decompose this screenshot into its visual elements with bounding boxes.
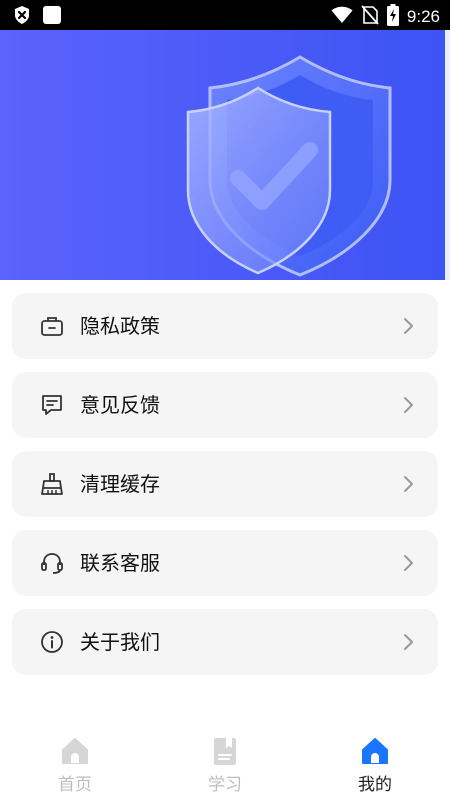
square-notification-icon bbox=[42, 5, 62, 29]
menu-item-contact-support[interactable]: 联系客服 bbox=[12, 530, 438, 596]
menu-item-privacy-policy[interactable]: 隐私政策 bbox=[12, 293, 438, 359]
chevron-right-icon bbox=[402, 394, 416, 416]
book-icon bbox=[209, 735, 241, 767]
tab-home[interactable]: 首页 bbox=[0, 730, 150, 800]
banner bbox=[0, 30, 450, 280]
menu-item-label: 联系客服 bbox=[80, 551, 160, 575]
message-icon bbox=[39, 392, 65, 418]
tab-label: 首页 bbox=[58, 775, 92, 795]
info-icon bbox=[39, 629, 65, 655]
wifi-icon bbox=[331, 5, 353, 29]
menu-item-label: 清理缓存 bbox=[80, 472, 160, 496]
menu-item-label: 隐私政策 bbox=[80, 314, 160, 338]
shield-check-illustration bbox=[0, 30, 450, 280]
status-time: 9:26 bbox=[406, 7, 440, 26]
menu-item-clear-cache[interactable]: 清理缓存 bbox=[12, 451, 438, 517]
chevron-right-icon bbox=[402, 631, 416, 653]
tab-label: 我的 bbox=[358, 775, 392, 795]
home-icon bbox=[359, 735, 391, 767]
briefcase-icon bbox=[39, 313, 65, 339]
chevron-right-icon bbox=[402, 473, 416, 495]
tab-label: 学习 bbox=[208, 775, 242, 795]
bottom-tab-bar: 首页 学习 我的 bbox=[0, 730, 450, 800]
broom-icon bbox=[39, 471, 65, 497]
tab-mine[interactable]: 我的 bbox=[300, 730, 450, 800]
headset-icon bbox=[39, 550, 65, 576]
shield-x-icon bbox=[12, 5, 32, 29]
menu-item-label: 意见反馈 bbox=[80, 393, 160, 417]
home-icon bbox=[59, 735, 91, 767]
menu-item-label: 关于我们 bbox=[80, 630, 160, 654]
no-sim-icon bbox=[361, 5, 379, 29]
chevron-right-icon bbox=[402, 552, 416, 574]
menu-item-feedback[interactable]: 意见反馈 bbox=[12, 372, 438, 438]
tab-study[interactable]: 学习 bbox=[150, 730, 300, 800]
status-bar: 9:26 bbox=[0, 0, 450, 30]
menu-item-about-us[interactable]: 关于我们 bbox=[12, 609, 438, 675]
battery-charging-icon bbox=[386, 4, 399, 30]
chevron-right-icon bbox=[402, 315, 416, 337]
